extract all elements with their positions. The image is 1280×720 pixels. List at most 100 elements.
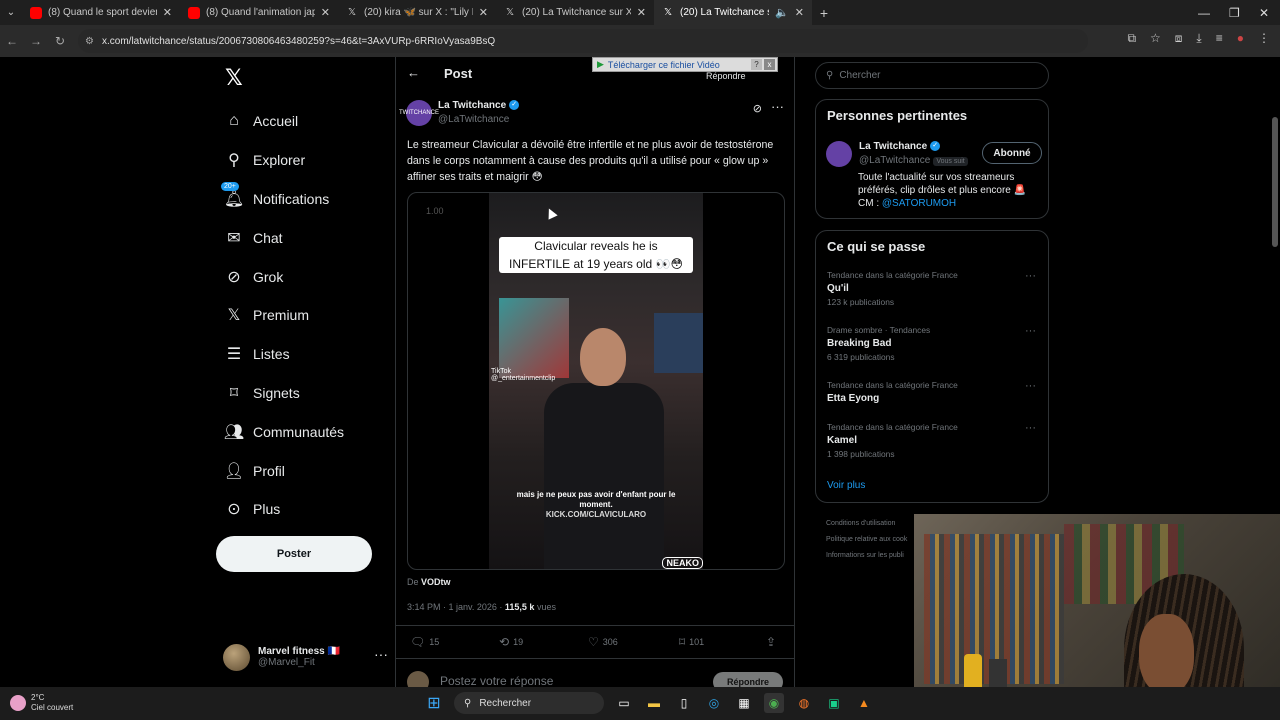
- reply-input[interactable]: Postez votre réponse: [440, 674, 553, 687]
- author-handle[interactable]: @LaTwitchance: [438, 114, 509, 125]
- close-tab-icon[interactable]: ✕: [321, 6, 330, 19]
- minimize-icon[interactable]: —: [1198, 0, 1210, 25]
- nav-item-profil[interactable]: 👤︎ Profil: [215, 451, 344, 490]
- close-tab-icon[interactable]: ✕: [163, 6, 172, 19]
- video-download-bar[interactable]: ▶ Télécharger ce fichier Vidéo ? x: [592, 57, 778, 72]
- video-logo: NEAKO: [662, 557, 703, 569]
- windows-start-icon[interactable]: ⊞: [424, 693, 444, 713]
- nav-item-plus[interactable]: ⊙ Plus: [215, 490, 344, 529]
- trends-card: Ce qui se passe Tendance dans la catégor…: [815, 230, 1049, 503]
- section-title: Ce qui se passe: [827, 239, 926, 254]
- close-icon[interactable]: x: [764, 59, 775, 70]
- close-tab-icon[interactable]: ✕: [795, 6, 804, 19]
- nav-item-grok[interactable]: ⊘ Grok: [215, 257, 344, 296]
- search-input[interactable]: ⚲ Chercher: [815, 62, 1049, 89]
- trend-item[interactable]: Tendance dans la catégorie France Etta E…: [816, 378, 1048, 420]
- nav-item-listes[interactable]: ☰ Listes: [215, 335, 344, 374]
- more-icon[interactable]: ···: [374, 646, 388, 662]
- bio-link[interactable]: @SATORUMOH: [882, 198, 956, 209]
- more-icon[interactable]: ···: [1025, 270, 1036, 282]
- store-icon[interactable]: ▦: [734, 693, 754, 713]
- app-icon[interactable]: ▣: [824, 693, 844, 713]
- weather-widget[interactable]: 2°C Ciel couvert: [10, 693, 73, 713]
- maximize-icon[interactable]: ❐: [1229, 0, 1240, 25]
- video-frame[interactable]: Clavicular reveals he is INFERTILE at 19…: [489, 193, 703, 569]
- post-author: TWITCHANCE La Twitchance ✓ @LaTwitchance …: [399, 99, 786, 129]
- star-icon[interactable]: ☆: [1150, 31, 1161, 46]
- x-logo-icon: 𝕏: [505, 7, 515, 18]
- see-more-link[interactable]: Voir plus: [816, 480, 1048, 491]
- edge-icon[interactable]: ◎: [704, 693, 724, 713]
- url-field[interactable]: ⚙ x.com/latwitchance/status/200673080646…: [78, 29, 1088, 53]
- playback-speed[interactable]: 1.00: [426, 206, 444, 216]
- firefox-icon[interactable]: ◍: [794, 693, 814, 713]
- post-meta: 3:14 PM · 1 janv. 2026 · 115,5 k vues: [407, 602, 556, 612]
- reading-list-icon[interactable]: ≡: [1216, 31, 1223, 46]
- trend-item[interactable]: Drame sombre · Tendances Breaking Bad 6 …: [816, 323, 1048, 373]
- post-video[interactable]: 1.00 Clavicular reveals he is INFERTILE …: [407, 192, 785, 570]
- browser-tab-3[interactable]: 𝕏(20) kira 🦋 sur X : "Lily Philips✕: [338, 0, 496, 25]
- back-icon[interactable]: ←: [0, 34, 24, 48]
- author-avatar[interactable]: TWITCHANCE: [399, 100, 439, 126]
- more-icon[interactable]: ···: [1025, 325, 1036, 337]
- menu-icon[interactable]: ⋮: [1258, 31, 1270, 46]
- vlc-icon[interactable]: ▲: [854, 693, 874, 713]
- video-person: [544, 328, 664, 569]
- grok-icon[interactable]: ⊘: [753, 102, 762, 115]
- close-tab-icon[interactable]: ✕: [479, 6, 488, 19]
- speaker-icon[interactable]: 🔈: [775, 6, 789, 19]
- nav-item-explorer[interactable]: ⚲ Explorer: [215, 141, 344, 180]
- reply-button[interactable]: Répondre: [713, 672, 783, 687]
- help-icon[interactable]: ?: [751, 59, 762, 70]
- nav-item-communautes[interactable]: 👥︎ Communautés: [215, 412, 344, 451]
- source-link[interactable]: VODtw: [421, 577, 451, 587]
- download-icon[interactable]: ⤓: [1196, 31, 1201, 46]
- author-name[interactable]: La Twitchance ✓: [438, 100, 520, 111]
- chrome-icon[interactable]: ◉: [764, 693, 784, 713]
- profile-icon[interactable]: ●: [1237, 31, 1244, 46]
- trend-item[interactable]: Tendance dans la catégorie France Qu'il …: [816, 268, 1048, 318]
- browser-tab-2[interactable]: (8) Quand l'animation japonaise✕: [180, 0, 338, 25]
- reply-top-button[interactable]: Répondre: [706, 71, 746, 81]
- repost-action[interactable]: ⟲ 19: [499, 635, 523, 649]
- like-action[interactable]: ♡ 306: [588, 635, 618, 649]
- more-icon[interactable]: ···: [1025, 380, 1036, 392]
- reload-icon[interactable]: ↻: [48, 34, 72, 48]
- site-info-icon[interactable]: ⚙: [85, 36, 94, 47]
- nav-item-notifications[interactable]: 🔔︎ 20+ Notifications: [215, 180, 344, 219]
- tab-list-icon[interactable]: ⌄: [0, 7, 22, 18]
- nav-item-signets[interactable]: ⌑ Signets: [215, 374, 344, 413]
- x-logo-icon[interactable]: 𝕏: [225, 65, 243, 91]
- post-text: Le streameur Clavicular a dévoilé être i…: [407, 139, 774, 183]
- browser-tab-5[interactable]: 𝕏(20) La Twitchance sur X : "L🔈✕: [654, 0, 812, 25]
- extensions-icon[interactable]: ⧈: [1175, 31, 1183, 46]
- following-button[interactable]: Abonné: [982, 142, 1042, 164]
- bookmark-action[interactable]: ⌑ 101: [679, 635, 704, 649]
- youtube-icon: [30, 6, 42, 19]
- new-tab-icon[interactable]: +: [812, 5, 836, 21]
- file-icon[interactable]: ▯: [674, 693, 694, 713]
- install-icon[interactable]: ⧉: [1127, 31, 1136, 46]
- share-action[interactable]: ⇪: [766, 635, 776, 649]
- browser-tab-4[interactable]: 𝕏(20) La Twitchance sur X : "ALER✕: [496, 0, 654, 25]
- scrollbar[interactable]: [1272, 117, 1278, 247]
- more-icon[interactable]: ···: [771, 99, 784, 114]
- browser-tab-1[interactable]: (8) Quand le sport devient TOX✕: [22, 0, 180, 25]
- post-actions: 🗨︎ 15 ⟲ 19 ♡ 306 ⌑ 101 ⇪: [396, 625, 794, 659]
- file-explorer-icon[interactable]: ▬: [644, 693, 664, 713]
- close-window-icon[interactable]: ✕: [1259, 0, 1269, 25]
- reply-action[interactable]: 🗨︎ 15: [410, 635, 439, 649]
- address-bar: ← → ↻ ⚙ x.com/latwitchance/status/200673…: [0, 25, 1280, 57]
- more-icon[interactable]: ···: [1025, 422, 1036, 434]
- forward-icon[interactable]: →: [24, 34, 48, 48]
- trend-item[interactable]: Tendance dans la catégorie France Kamel …: [816, 420, 1048, 470]
- nav-item-chat[interactable]: ✉ Chat: [215, 218, 344, 257]
- post-button[interactable]: Poster: [216, 536, 372, 572]
- back-arrow-icon[interactable]: ←: [407, 65, 420, 80]
- task-view-icon[interactable]: ▭: [614, 693, 634, 713]
- nav-item-premium[interactable]: 𝕏 Premium: [215, 296, 344, 335]
- nav-item-accueil[interactable]: ⌂ Accueil: [215, 102, 344, 141]
- close-tab-icon[interactable]: ✕: [637, 6, 646, 19]
- taskbar-search[interactable]: ⚲ Rechercher: [454, 692, 604, 714]
- account-switcher[interactable]: Marvel fitness 🇫🇷 @Marvel_Fit ···: [223, 642, 388, 672]
